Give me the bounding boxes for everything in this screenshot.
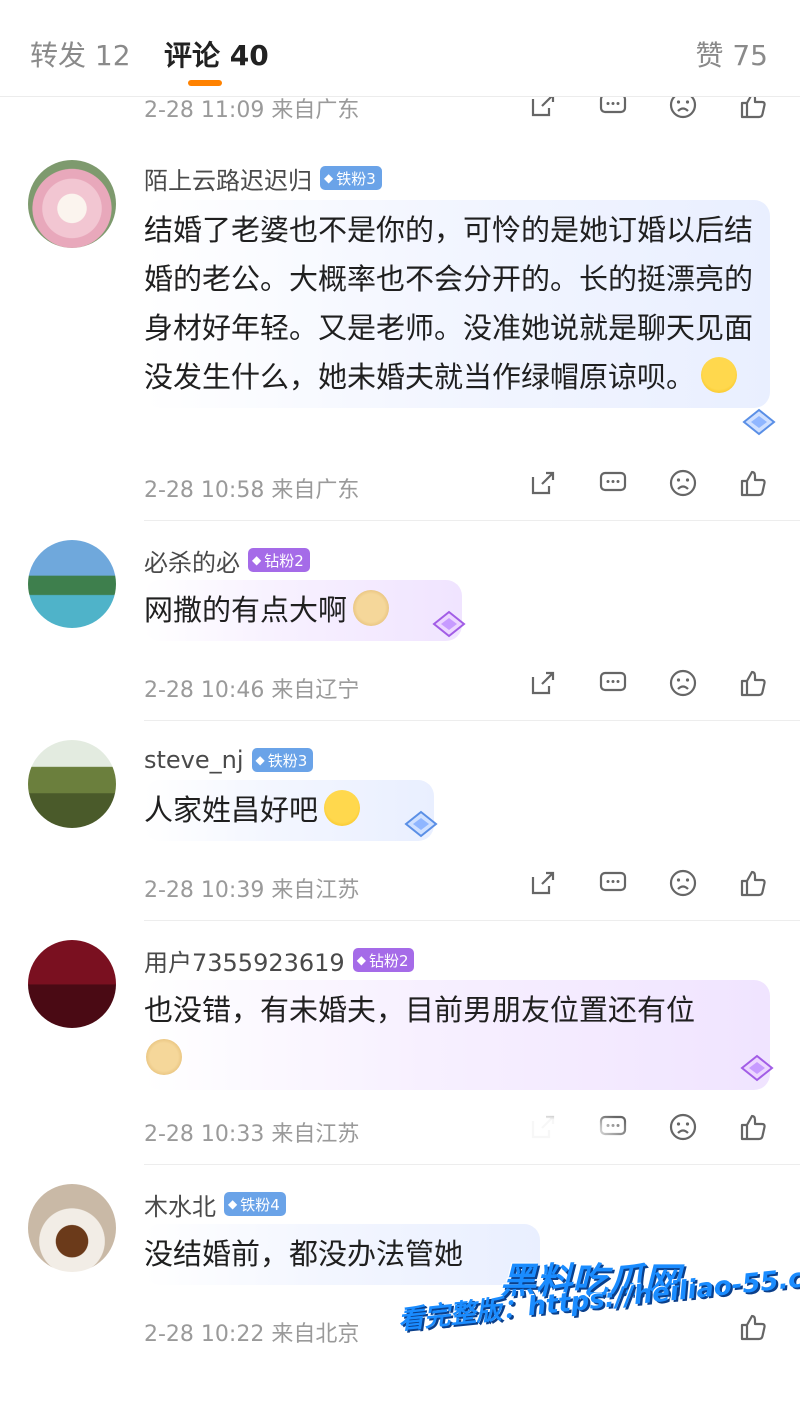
like-thumb-icon[interactable] [738,468,768,498]
tab-reposts[interactable]: 转发 12 [30,34,131,74]
comment-bubble: 没结婚前，都没办法管她 [144,1224,540,1285]
dislike-face-icon[interactable] [668,1112,698,1142]
diamond-icon: ◆ [324,171,334,185]
comment-text: 没结婚前，都没办法管她 [144,1237,464,1271]
dislike-face-icon[interactable] [668,868,698,898]
comment-bubble: 人家姓昌好吧 [144,780,434,841]
avatar[interactable] [28,940,116,1028]
comment-actions [528,668,768,700]
active-tab-indicator [188,80,222,86]
comment-bubble: 也没错，有未婚夫，目前男朋友位置还有位 [144,980,770,1090]
username[interactable]: 木水北 [144,1187,216,1222]
dislike-face-icon[interactable] [668,468,698,498]
divider [144,920,800,921]
fan-badge: ◆ 钻粉2 [248,548,310,572]
fan-badge: ◆ 铁粉3 [251,748,314,772]
comment-meta: 2-28 10:46 来自辽宁 [144,678,360,703]
comment-actions [528,868,768,900]
username[interactable]: steve_nj [144,746,244,774]
gem-decoration-icon [742,408,776,436]
like-thumb-icon[interactable] [738,868,768,898]
dislike-face-icon[interactable] [668,668,698,698]
divider [144,720,800,721]
laugh-emoji [701,357,738,393]
comment-meta: 2-28 10:22 来自北京 [144,1322,360,1347]
comment-icon[interactable] [598,868,628,898]
avatar[interactable] [28,160,116,248]
like-thumb-icon[interactable] [738,668,768,698]
comment-actions [528,468,768,500]
comment-tab-bar: 转发 12 评论 40 赞 75 [0,0,800,97]
diamond-icon: ◆ [255,753,265,767]
diamond-icon: ◆ [228,1197,238,1211]
fan-badge: ◆ 钻粉2 [352,948,415,972]
doge-emoji [146,1039,182,1075]
comment-text: 人家姓昌好吧 [144,786,434,835]
comment-meta: 2-28 10:33 来自江苏 [144,1122,360,1147]
diamond-icon: ◆ [356,953,366,967]
avatar[interactable] [28,1184,116,1272]
comment-icon[interactable] [598,668,628,698]
fan-badge: ◆ 铁粉4 [224,1192,286,1216]
share-icon[interactable] [528,468,558,498]
comment-text: 结婚了老婆也不是你的，可怜的是她订婚以后结婚的老公。大概率也不会分开的。长的挺漂… [144,213,754,394]
like-thumb-icon[interactable] [738,1312,768,1342]
fan-badge: ◆ 铁粉3 [320,166,382,190]
laugh-cry-emoji [324,790,361,826]
like-thumb-icon[interactable] [738,1112,768,1142]
username[interactable]: 陌上云路迟迟归 [144,161,312,196]
comment-bubble: 结婚了老婆也不是你的，可怜的是她订婚以后结婚的老公。大概率也不会分开的。长的挺漂… [144,200,770,408]
comment-meta: 2-28 10:39 来自江苏 [144,878,360,903]
comment-text: 也没错，有未婚夫，目前男朋友位置还有位 [144,986,754,1084]
gem-decoration-icon [740,1054,774,1082]
doge-emoji [353,590,390,626]
tab-likes[interactable]: 赞 75 [695,34,768,74]
comment-text: 网撒的有点大啊 [144,586,462,635]
blurred-overlay [430,1108,630,1156]
username[interactable]: 必杀的必 [144,543,240,578]
gem-decoration-icon [432,610,466,638]
share-icon[interactable] [528,868,558,898]
diamond-icon: ◆ [252,553,262,567]
divider [144,520,800,521]
tab-comments[interactable]: 评论 40 [164,34,269,74]
avatar[interactable] [28,740,116,828]
avatar[interactable] [28,540,116,628]
divider [144,1164,800,1165]
comment-meta: 2-28 10:58 来自广东 [144,478,360,503]
comment-bubble: 网撒的有点大啊 [144,580,462,641]
share-icon[interactable] [528,668,558,698]
username[interactable]: 用户7355923619 [144,943,345,978]
gem-decoration-icon [404,810,438,838]
comment-icon[interactable] [598,468,628,498]
